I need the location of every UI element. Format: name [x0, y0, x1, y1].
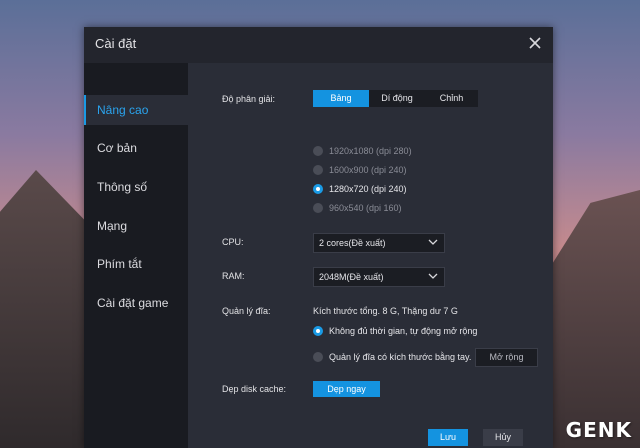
background-rock-left	[0, 170, 90, 448]
disk-info: Kích thước tổng. 8 G, Thặng dư 7 G	[313, 306, 458, 316]
resolution-option-label: 960x540 (dpi 160)	[329, 203, 402, 213]
dialog-title: Cài đặt	[95, 36, 137, 51]
sidebar-item-label: Cơ bản	[97, 141, 137, 155]
cache-label: Dẹp disk cache:	[222, 384, 287, 394]
radio-icon	[313, 165, 323, 175]
sidebar-item-game-settings[interactable]: Cài đặt game	[84, 288, 188, 318]
ram-label: RAM:	[222, 271, 245, 281]
sidebar-item-shortcuts[interactable]: Phím tắt	[84, 249, 188, 279]
cpu-select-value: 2 cores(Đề xuất)	[319, 238, 386, 248]
disk-option-label: Không đủ thời gian, tự động mở rộng	[329, 326, 478, 336]
resolution-option-label: 1280x720 (dpi 240)	[329, 184, 407, 194]
radio-icon	[313, 352, 323, 362]
sidebar: Nâng cao Cơ bản Thông số Mạng Phím tắt C…	[84, 63, 190, 448]
resolution-label: Độ phân giải:	[222, 94, 276, 104]
sidebar-item-label: Mạng	[97, 219, 128, 233]
radio-selected-icon	[313, 184, 323, 194]
disk-option-label: Quản lý đĩa có kích thước bằng tay.	[329, 352, 472, 362]
sidebar-item-label: Nâng cao	[97, 103, 149, 117]
disk-label: Quản lý đĩa:	[222, 306, 271, 316]
cpu-select[interactable]: 2 cores(Đề xuất)	[313, 233, 445, 253]
radio-icon	[313, 146, 323, 156]
dialog-titlebar: Cài đặt	[84, 27, 553, 61]
sidebar-item-advanced[interactable]: Nâng cao	[84, 95, 190, 125]
sidebar-item-label: Cài đặt game	[97, 296, 169, 310]
sidebar-item-network[interactable]: Mạng	[84, 211, 188, 241]
clear-cache-button[interactable]: Dẹp ngay	[313, 381, 380, 397]
settings-dialog: Cài đặt Nâng cao Cơ bản Thông số Mạng Ph…	[84, 27, 553, 448]
settings-content: Độ phân giải: Bảng Dí động Chỉnh 1920x10…	[188, 63, 553, 448]
background-rock-right	[550, 190, 640, 448]
sidebar-item-specs[interactable]: Thông số	[84, 172, 188, 202]
expand-button[interactable]: Mở rộng	[475, 348, 538, 367]
save-button[interactable]: Lưu	[428, 429, 468, 446]
ram-select-value: 2048M(Đề xuất)	[319, 272, 384, 282]
resolution-option-label: 1600x900 (dpi 240)	[329, 165, 407, 175]
tab-custom[interactable]: Chỉnh	[425, 90, 478, 107]
close-icon[interactable]	[525, 33, 545, 53]
sidebar-item-label: Thông số	[97, 180, 148, 194]
cpu-label: CPU:	[222, 237, 244, 247]
sidebar-item-basic[interactable]: Cơ bản	[84, 133, 188, 163]
resolution-option-label: 1920x1080 (dpi 280)	[329, 146, 412, 156]
tab-tablet[interactable]: Bảng	[313, 90, 369, 107]
watermark-logo: GENK	[565, 418, 632, 442]
chevron-down-icon	[428, 239, 438, 245]
chevron-down-icon	[428, 273, 438, 279]
radio-selected-icon	[313, 326, 323, 336]
cancel-button[interactable]: Hủy	[483, 429, 523, 446]
sidebar-item-label: Phím tắt	[97, 257, 142, 271]
tab-mobile[interactable]: Dí động	[369, 90, 425, 107]
ram-select[interactable]: 2048M(Đề xuất)	[313, 267, 445, 287]
radio-icon	[313, 203, 323, 213]
